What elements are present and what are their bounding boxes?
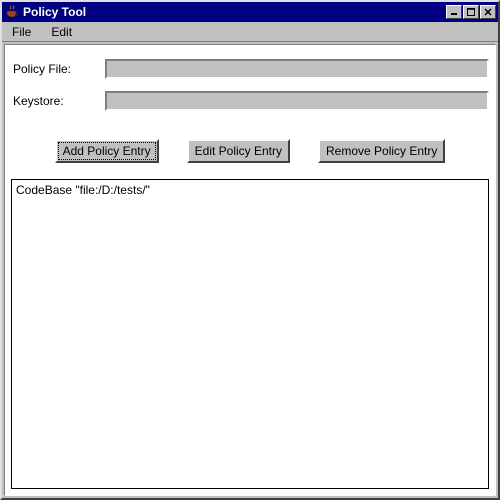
edit-policy-entry-button[interactable]: Edit Policy Entry — [187, 139, 290, 163]
remove-policy-entry-button[interactable]: Remove Policy Entry — [318, 139, 445, 163]
menu-edit[interactable]: Edit — [45, 23, 78, 41]
policy-tool-window: Policy Tool File Edit Policy File: Keyst… — [0, 0, 500, 500]
policy-file-input[interactable] — [105, 59, 489, 79]
java-cup-icon — [4, 4, 20, 20]
titlebar: Policy Tool — [2, 2, 498, 22]
keystore-label: Keystore: — [11, 94, 101, 108]
keystore-input[interactable] — [105, 91, 489, 111]
button-row: Add Policy Entry Edit Policy Entry Remov… — [11, 139, 489, 163]
window-title: Policy Tool — [23, 5, 446, 19]
menubar: File Edit — [2, 22, 498, 42]
minimize-button[interactable] — [446, 5, 462, 19]
keystore-row: Keystore: — [11, 91, 489, 111]
policy-entries-list[interactable]: CodeBase "file:/D:/tests/" — [11, 179, 489, 489]
policy-file-row: Policy File: — [11, 59, 489, 79]
maximize-button[interactable] — [463, 5, 479, 19]
close-button[interactable] — [480, 5, 496, 19]
policy-file-label: Policy File: — [11, 62, 101, 76]
menu-file[interactable]: File — [6, 23, 37, 41]
content-area: Policy File: Keystore: Add Policy Entry … — [4, 44, 496, 496]
window-controls — [446, 5, 496, 19]
add-policy-entry-button[interactable]: Add Policy Entry — [55, 139, 159, 163]
list-item[interactable]: CodeBase "file:/D:/tests/" — [16, 182, 484, 198]
